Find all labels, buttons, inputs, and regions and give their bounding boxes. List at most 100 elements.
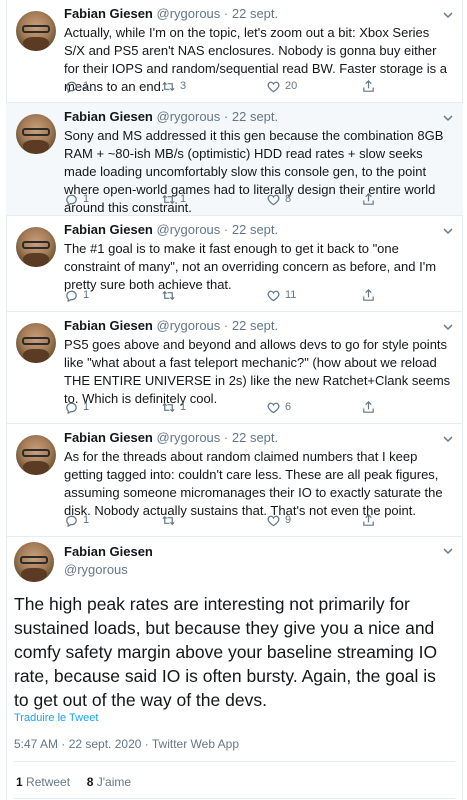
reply-button[interactable]: 1 xyxy=(64,511,89,529)
like-count: 11 xyxy=(285,289,297,301)
author-handle[interactable]: @rygorous xyxy=(157,109,221,124)
author-handle[interactable]: @rygorous xyxy=(157,6,221,21)
retweet-count: 1 xyxy=(180,193,187,205)
retweet-icon xyxy=(162,194,175,204)
avatar[interactable] xyxy=(16,435,56,475)
reply-icon xyxy=(66,194,77,206)
reply-button[interactable]: 1 xyxy=(64,77,89,95)
share-button[interactable] xyxy=(361,398,376,416)
separator: · xyxy=(223,430,229,445)
reply-icon xyxy=(66,515,77,527)
heart-icon xyxy=(267,81,280,92)
tweet-date[interactable]: 22 sept. xyxy=(232,318,278,333)
like-button[interactable]: 6 xyxy=(266,398,291,416)
share-button[interactable] xyxy=(361,190,376,208)
share-icon xyxy=(363,288,374,301)
avatar[interactable] xyxy=(16,323,56,363)
thread-tweet[interactable]: Fabian Giesen @rygorous · 22 sept. The #… xyxy=(6,216,463,312)
thread-tweet[interactable]: Fabian Giesen @rygorous · 22 sept. Actua… xyxy=(6,0,463,103)
tweet-header: Fabian Giesen @rygorous · 22 sept. xyxy=(64,109,451,125)
reply-button[interactable]: 1 xyxy=(64,190,89,208)
divider xyxy=(14,761,455,762)
tweet-text: As for the threads about random claimed … xyxy=(64,449,443,518)
tweet-date[interactable]: 22 sept. xyxy=(232,222,278,237)
reply-count: 1 xyxy=(83,80,90,92)
retweet-button[interactable] xyxy=(161,286,180,304)
retweet-icon xyxy=(162,81,175,91)
heart-icon xyxy=(267,290,280,301)
like-button[interactable]: 8 xyxy=(266,190,291,208)
retweet-count: 3 xyxy=(180,80,187,92)
like-button[interactable]: 9 xyxy=(266,511,291,529)
retweet-button[interactable]: 1 xyxy=(161,398,186,416)
likes-stat[interactable]: 8 J'aime xyxy=(87,775,131,789)
like-button[interactable]: 20 xyxy=(266,77,297,95)
tweet-actions: 1 1 8 xyxy=(64,190,374,208)
like-count: 6 xyxy=(285,401,292,413)
focused-tweet: Fabian Giesen @rygorous The high peak ra… xyxy=(6,532,463,800)
author-name[interactable]: Fabian Giesen xyxy=(64,109,153,124)
thread-tweet[interactable]: Fabian Giesen @rygorous · 22 sept. As fo… xyxy=(6,424,463,537)
tweet-actions: 1 9 xyxy=(64,511,374,529)
like-button[interactable]: 11 xyxy=(266,286,296,304)
tweet-actions: 1 1 6 xyxy=(64,398,374,416)
retweets-stat[interactable]: 1 Retweet xyxy=(16,775,70,789)
share-button[interactable] xyxy=(361,511,376,529)
reply-count: 1 xyxy=(83,514,90,526)
tweet-date[interactable]: 22 sept. xyxy=(232,430,278,445)
retweet-button[interactable]: 1 xyxy=(161,190,186,208)
divider xyxy=(14,798,455,799)
tweet-header: Fabian Giesen @rygorous · 22 sept. xyxy=(64,222,451,238)
avatar[interactable] xyxy=(16,227,56,267)
translate-link[interactable]: Traduire le Tweet xyxy=(14,712,98,724)
share-button[interactable] xyxy=(361,77,376,95)
reply-button[interactable]: 1 xyxy=(64,286,89,304)
likes-count: 8 xyxy=(86,775,94,789)
tweet-header: Fabian Giesen @rygorous · 22 sept. xyxy=(64,430,451,446)
share-icon xyxy=(363,513,374,526)
tweet-date[interactable]: 22 sept. xyxy=(232,6,278,21)
retweet-button[interactable]: 3 xyxy=(161,77,186,95)
like-count: 8 xyxy=(285,193,292,205)
separator: · xyxy=(223,318,229,333)
retweet-icon xyxy=(162,515,175,525)
like-count: 20 xyxy=(285,80,298,92)
reply-count: 1 xyxy=(83,193,90,205)
author-name[interactable]: Fabian Giesen xyxy=(64,430,153,445)
like-count: 9 xyxy=(285,514,292,526)
heart-icon xyxy=(267,402,280,413)
avatar[interactable] xyxy=(16,114,56,154)
tweet-date[interactable]: 22 sept. xyxy=(232,109,278,124)
thread-tweet[interactable]: Fabian Giesen @rygorous · 22 sept. Sony … xyxy=(6,103,463,216)
reply-button[interactable]: 1 xyxy=(64,398,89,416)
author-name[interactable]: Fabian Giesen xyxy=(64,222,153,237)
reply-icon xyxy=(66,290,77,302)
avatar[interactable] xyxy=(16,11,56,51)
retweet-count: 1 xyxy=(180,401,187,413)
reply-icon xyxy=(66,81,77,93)
tweet-meta: 5:47 AM · 22 sept. 2020 · Twitter Web Ap… xyxy=(14,737,240,751)
chevron-down-icon[interactable] xyxy=(441,544,455,558)
retweet-button[interactable] xyxy=(161,511,180,529)
author-handle[interactable]: @rygorous xyxy=(157,430,221,445)
likes-label: J'aime xyxy=(96,775,132,789)
author-handle[interactable]: @rygorous xyxy=(64,562,128,577)
thread-tweet[interactable]: Fabian Giesen @rygorous · 22 sept. PS5 g… xyxy=(6,312,463,424)
share-button[interactable] xyxy=(361,286,376,304)
author-name[interactable]: Fabian Giesen xyxy=(64,318,153,333)
separator: · xyxy=(223,222,229,237)
reply-count: 1 xyxy=(83,401,90,413)
tweet-header: Fabian Giesen @rygorous · 22 sept. xyxy=(64,318,451,334)
share-icon xyxy=(363,192,374,205)
tweet-actions: 1 11 xyxy=(64,286,374,304)
tweet-actions: 1 3 20 xyxy=(64,77,374,95)
retweets-count: 1 xyxy=(16,775,23,789)
author-handle[interactable]: @rygorous xyxy=(157,318,221,333)
tweet-header: Fabian Giesen @rygorous · 22 sept. xyxy=(64,6,451,22)
author-name[interactable]: Fabian Giesen xyxy=(64,544,153,559)
author-name[interactable]: Fabian Giesen xyxy=(64,6,153,21)
avatar[interactable] xyxy=(14,542,54,582)
separator: · xyxy=(223,109,229,124)
author-handle[interactable]: @rygorous xyxy=(157,222,221,237)
tweet-stats: 1 Retweet 8 J'aime xyxy=(16,775,131,789)
